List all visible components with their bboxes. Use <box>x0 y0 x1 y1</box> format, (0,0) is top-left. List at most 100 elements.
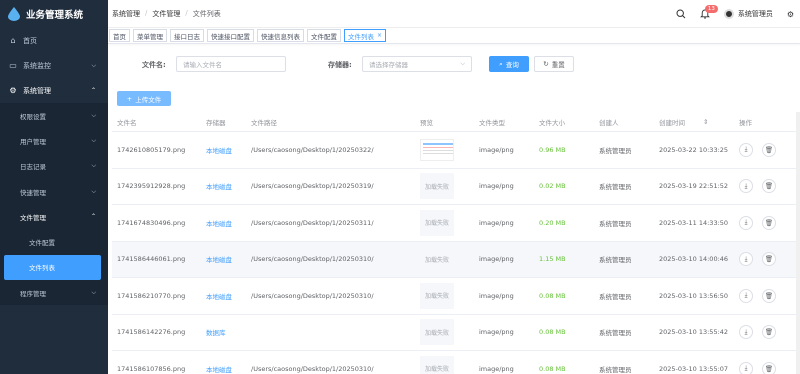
sidebar-item-home[interactable]: ⌂ 首页 <box>0 28 108 53</box>
cell-preview[interactable]: 加载失败 <box>420 246 454 273</box>
cell-preview[interactable] <box>420 138 454 161</box>
sidebar-item-logs[interactable]: 日志记录 ⌵ <box>0 154 108 179</box>
table-row[interactable]: 1742395912928.png 本地磁盘 /Users/caosong/De… <box>112 169 796 205</box>
tab-file-config[interactable]: 文件配置 <box>307 29 341 42</box>
sidebar-item-label: 系统管理 <box>23 86 51 95</box>
sidebar-item-users[interactable]: 用户管理 ⌵ <box>0 128 108 153</box>
tab-file-list[interactable]: 文件列表 × <box>344 29 387 42</box>
sidebar-item-monitor[interactable]: ▭ 系统监控 ⌵ <box>0 53 108 78</box>
delete-button[interactable]: 🗑 <box>762 252 776 267</box>
table-row[interactable]: 1741586142276.png 数据库 加载失败 image/png 0.0… <box>112 315 796 351</box>
breadcrumb-item[interactable]: 文件管理 <box>152 9 180 19</box>
col-header: 文件大小 <box>539 118 565 127</box>
cell-preview[interactable]: 加载失败 <box>420 173 454 200</box>
trash-icon: 🗑 <box>764 145 774 154</box>
home-icon: ⌂ <box>10 36 16 45</box>
tab-label: 接口日志 <box>174 32 200 41</box>
app-title: 业务管理系统 <box>26 10 84 21</box>
tab-quick-info[interactable]: 快速信息列表 <box>257 29 304 42</box>
close-icon[interactable]: × <box>377 32 382 39</box>
cell-preview[interactable]: 加载失败 <box>420 282 454 309</box>
tab-home[interactable]: 首页 <box>109 29 130 42</box>
download-icon: ⤓ <box>744 291 748 300</box>
notification-bell[interactable]: 13 <box>699 5 718 19</box>
delete-button[interactable]: 🗑 <box>762 179 776 194</box>
upload-button[interactable]: + 上传文件 <box>117 91 171 106</box>
delete-button[interactable]: 🗑 <box>762 215 776 230</box>
tab-label: 文件列表 <box>348 32 374 41</box>
sidebar-item-program[interactable]: 程序管理 ⌵ <box>0 280 108 305</box>
cell-storage[interactable]: 本地磁盘 <box>206 364 232 374</box>
trash-icon: 🗑 <box>764 328 774 337</box>
tab-label: 首页 <box>113 32 126 41</box>
scrollbar[interactable] <box>796 112 800 374</box>
sidebar-item-file-config[interactable]: 文件配置 <box>0 229 108 254</box>
download-button[interactable]: ⤓ <box>739 252 753 267</box>
download-button[interactable]: ⤓ <box>739 361 753 374</box>
cell-storage[interactable]: 本地磁盘 <box>206 181 232 191</box>
sidebar-item-label: 程序管理 <box>20 289 46 298</box>
refresh-icon: ↻ <box>543 60 549 68</box>
cell-storage[interactable]: 本地磁盘 <box>206 218 232 228</box>
query-button[interactable]: ⌕ 查询 <box>489 56 529 72</box>
table-row[interactable]: 1741586446061.png 本地磁盘 /Users/caosong/De… <box>112 241 796 278</box>
cell-type: image/png <box>479 182 514 191</box>
table-row[interactable]: 1741586210770.png 本地磁盘 /Users/caosong/De… <box>112 278 796 315</box>
cell-creator: 系统管理员 <box>599 292 632 301</box>
cell-storage[interactable]: 本地磁盘 <box>206 291 232 301</box>
settings-icon[interactable]: ⚙ <box>787 10 794 19</box>
cell-preview[interactable]: 加载失败 <box>420 209 454 236</box>
tab-api-log[interactable]: 接口日志 <box>170 29 204 42</box>
download-button[interactable]: ⤓ <box>739 325 753 340</box>
delete-button[interactable]: 🗑 <box>762 325 776 340</box>
sidebar-item-quick[interactable]: 快速管理 ⌵ <box>0 179 108 204</box>
cell-storage[interactable]: 本地磁盘 <box>206 254 232 264</box>
delete-button[interactable]: 🗑 <box>762 142 776 157</box>
tab-label: 菜单管理 <box>137 32 163 41</box>
tab-menu[interactable]: 菜单管理 <box>133 29 167 42</box>
col-header: 预览 <box>420 118 433 127</box>
tags-view: 首页 菜单管理 接口日志 快速接口配置 快速信息列表 文件配置 文件列表 × <box>108 28 800 44</box>
sidebar-item-system[interactable]: ⚙ 系统管理 ⌃ <box>0 78 108 103</box>
reset-button[interactable]: ↻ 重置 <box>534 56 574 72</box>
download-button[interactable]: ⤓ <box>739 179 753 194</box>
download-button[interactable]: ⤓ <box>739 288 753 303</box>
cell-filename: 1741586446061.png <box>117 255 186 264</box>
delete-button[interactable]: 🗑 <box>762 361 776 374</box>
upload-label: 上传文件 <box>135 95 162 104</box>
filename-label: 文件名: <box>142 61 166 69</box>
filename-input[interactable]: 请输入文件名 <box>176 56 286 72</box>
user-menu[interactable]: 系统管理员 <box>723 9 773 19</box>
search-icon[interactable] <box>676 9 686 19</box>
cell-preview[interactable]: 加载失败 <box>420 355 454 374</box>
table-row[interactable]: 1741586107856.png 本地磁盘 /Users/caosong/De… <box>112 351 796 374</box>
navbar-actions: 13 系统管理员 ⚙ <box>676 0 794 28</box>
cell-storage[interactable]: 数据库 <box>206 327 226 337</box>
delete-button[interactable]: 🗑 <box>762 288 776 303</box>
download-button[interactable]: ⤓ <box>739 142 753 157</box>
cell-preview[interactable]: 加载失败 <box>420 319 454 346</box>
reset-label: 重置 <box>551 61 565 69</box>
preview-failed: 加载失败 <box>420 209 454 236</box>
sidebar-item-permissions[interactable]: 权限设置 ⌵ <box>0 103 108 128</box>
sidebar-item-files[interactable]: 文件管理 ⌃ <box>0 204 108 229</box>
preview-thumbnail[interactable] <box>420 138 454 161</box>
chevron-down-icon: ⌵ <box>91 288 96 296</box>
cell-type: image/png <box>479 255 514 264</box>
breadcrumb-item[interactable]: 系统管理 <box>112 9 140 19</box>
table-row[interactable]: 1742610805179.png 本地磁盘 /Users/caosong/De… <box>112 132 796 169</box>
download-button[interactable]: ⤓ <box>739 215 753 230</box>
app-logo[interactable]: 业务管理系统 <box>0 0 108 28</box>
download-icon: ⤓ <box>744 327 748 336</box>
tab-quick-api[interactable]: 快速接口配置 <box>207 29 254 42</box>
storage-select[interactable]: 请选择存储器 ⌵ <box>362 56 472 72</box>
cell-storage[interactable]: 本地磁盘 <box>206 145 232 155</box>
sidebar-item-file-list[interactable]: 文件列表 <box>4 254 101 281</box>
storage-label: 存储器: <box>328 61 352 69</box>
breadcrumb-separator: / <box>145 8 148 17</box>
tab-label: 快速信息列表 <box>261 32 300 41</box>
table-row[interactable]: 1741674830496.png 本地磁盘 /Users/caosong/De… <box>112 205 796 242</box>
chevron-up-icon: ⌃ <box>90 213 96 221</box>
chevron-down-icon: ⌵ <box>460 60 465 67</box>
sort-icon[interactable]: ⇕ <box>703 118 708 126</box>
